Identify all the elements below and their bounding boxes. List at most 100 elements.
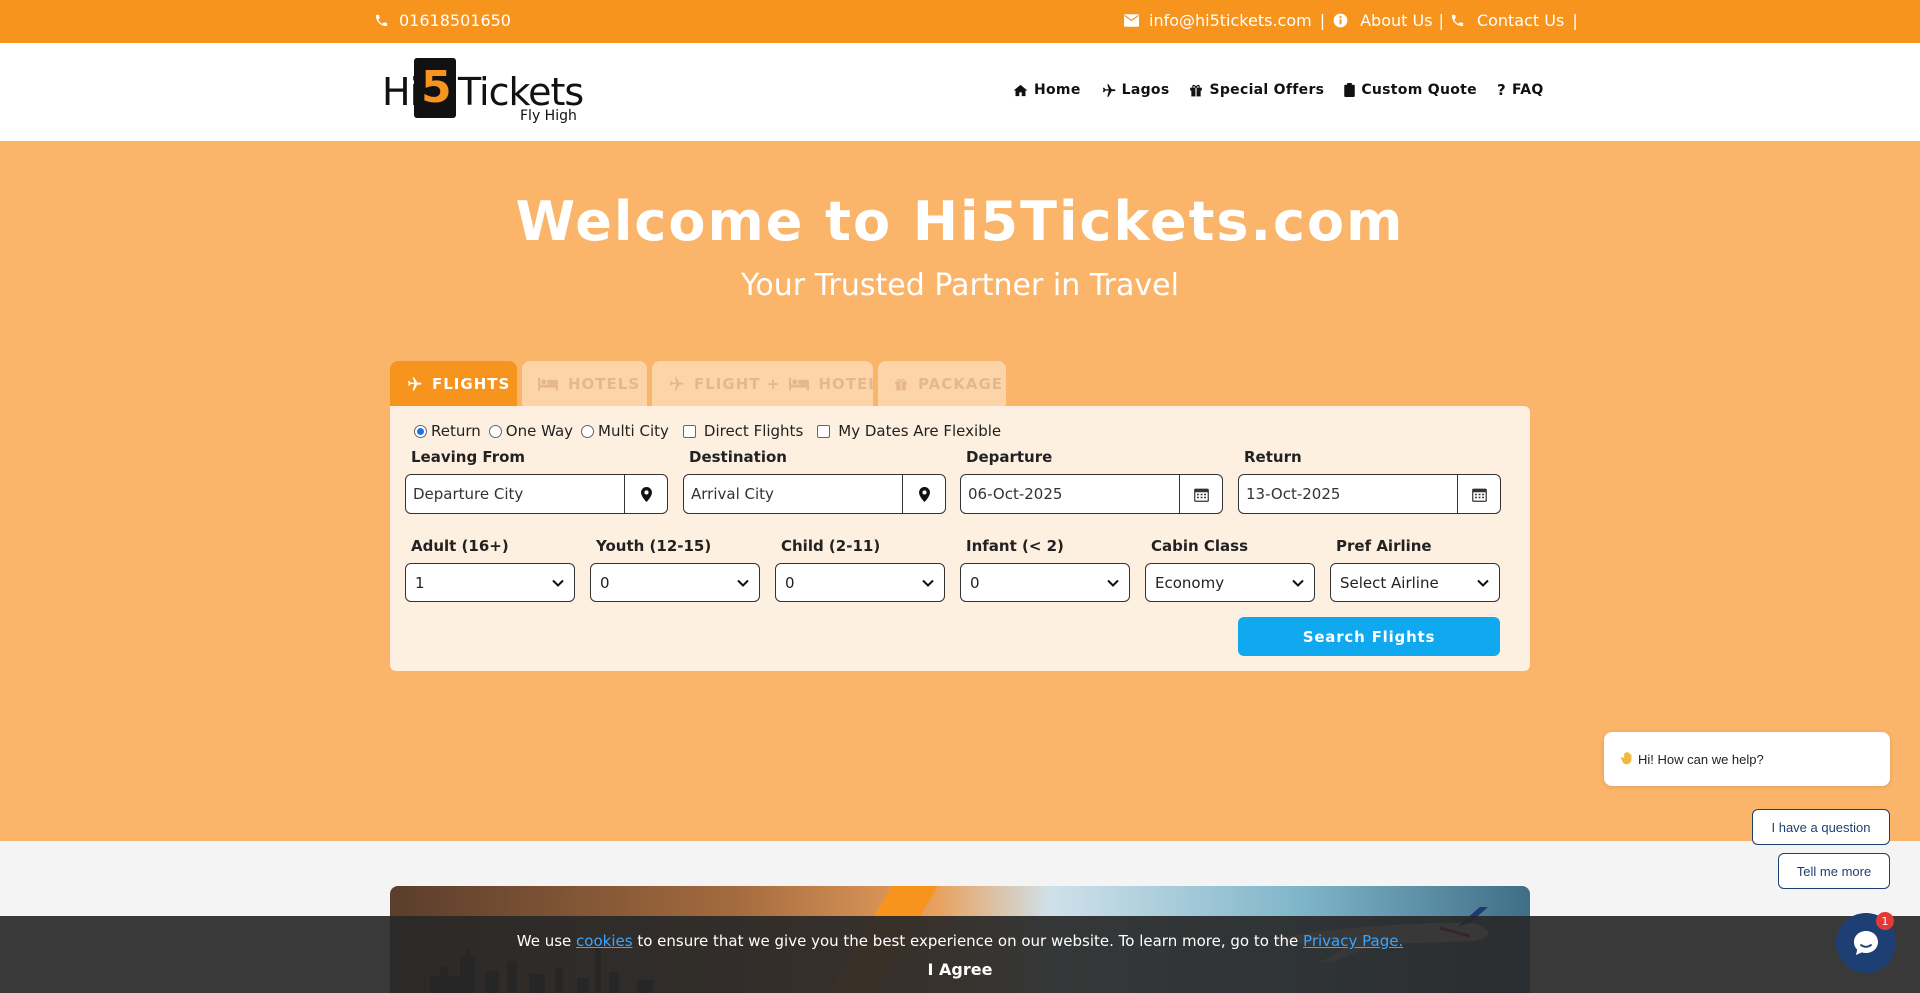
nav-lagos[interactable]: Lagos (1101, 81, 1170, 99)
envelope-icon (1124, 14, 1139, 27)
trip-options: Return One Way Multi City Direct Flights… (414, 422, 1009, 440)
top-contact-bar: 01618501650 info@hi5tickets.com | About … (0, 0, 1920, 43)
plane-icon (1101, 83, 1116, 98)
map-marker-icon[interactable] (624, 475, 667, 513)
cookies-link[interactable]: cookies (576, 932, 633, 950)
tab-hotels[interactable]: HOTELS (522, 361, 647, 406)
chevron-down-icon (1292, 579, 1304, 587)
option-label: My Dates Are Flexible (838, 422, 1002, 440)
bed-icon (788, 377, 809, 391)
about-us-link[interactable]: About Us (1360, 11, 1432, 30)
email-link[interactable]: info@hi5tickets.com (1149, 11, 1312, 30)
tab-label: PACKAGE (918, 374, 1004, 393)
calendar-icon[interactable] (1179, 475, 1222, 513)
select-value: 1 (415, 573, 425, 592)
return-date-input[interactable]: 13-Oct-2025 (1239, 475, 1457, 513)
logo-tagline: Fly High (520, 108, 577, 124)
contact-us-link[interactable]: Contact Us (1477, 11, 1564, 30)
chat-question-button[interactable]: I have a question (1752, 809, 1890, 845)
nav-label: Special Offers (1209, 82, 1325, 98)
flexible-dates-checkbox[interactable]: My Dates Are Flexible (817, 422, 1001, 440)
option-label: Return (431, 422, 481, 440)
nav-faq[interactable]: ? FAQ (1497, 81, 1544, 99)
waving-hand-icon (1620, 751, 1634, 768)
pref-airline-label: Pref Airline (1336, 537, 1432, 555)
tab-label: HOTELS (568, 374, 641, 393)
search-flights-button[interactable]: Search Flights (1238, 617, 1500, 656)
departure-date-input[interactable]: 06-Oct-2025 (961, 475, 1179, 513)
calendar-icon[interactable] (1457, 475, 1500, 513)
radio-control[interactable] (488, 424, 502, 438)
option-label: Direct Flights (703, 422, 804, 440)
topbar-phone[interactable]: 01618501650 (374, 11, 511, 30)
chevron-down-icon (922, 579, 934, 587)
multi-city-radio[interactable]: Multi City (581, 422, 669, 440)
gift-icon (1189, 83, 1203, 97)
radio-control[interactable] (414, 424, 427, 438)
destination-field[interactable]: Arrival City (683, 474, 946, 514)
chat-greeting-text: Hi! How can we help? (1638, 751, 1764, 767)
cookie-consent-bar: We use cookies to ensure that we give yo… (0, 916, 1920, 993)
separator: | (1572, 11, 1578, 30)
flight-search-form: Return One Way Multi City Direct Flights… (390, 406, 1530, 671)
nav-label: FAQ (1511, 82, 1544, 98)
departure-date-field[interactable]: 06-Oct-2025 (960, 474, 1223, 514)
chevron-down-icon (737, 579, 749, 587)
agree-button[interactable]: I Agree (0, 960, 1920, 979)
one-way-radio[interactable]: One Way (488, 422, 574, 440)
option-label: One Way (505, 422, 574, 440)
site-logo[interactable]: Hi 5 Tickets Fly High (380, 56, 590, 126)
tab-label: FLIGHTS (432, 374, 511, 393)
nav-special-offers[interactable]: Special Offers (1189, 81, 1324, 99)
separator: | (1438, 11, 1444, 30)
child-label: Child (2-11) (781, 537, 881, 555)
checkbox-control[interactable] (817, 424, 831, 438)
main-nav: Home Lagos Special Offers Custom Quote ?… (1013, 81, 1544, 99)
youth-select[interactable]: 0 (590, 563, 760, 602)
cabin-class-select[interactable]: Economy (1145, 563, 1315, 602)
leaving-from-input[interactable]: Departure City (406, 475, 624, 513)
return-date-field[interactable]: 13-Oct-2025 (1238, 474, 1501, 514)
return-label: Return (1244, 448, 1302, 466)
tab-label: FLIGHT + (694, 374, 787, 393)
home-icon (1013, 84, 1028, 97)
infant-select[interactable]: 0 (960, 563, 1130, 602)
select-value: 0 (600, 573, 610, 592)
tab-flights[interactable]: FLIGHTS (390, 361, 517, 406)
nav-home[interactable]: Home (1013, 81, 1081, 99)
question-icon: ? (1496, 81, 1506, 99)
adult-select[interactable]: 1 (405, 563, 575, 602)
tab-package[interactable]: PACKAGE (878, 361, 1006, 406)
site-header: Hi 5 Tickets Fly High Home Lagos Special… (0, 43, 1920, 141)
tab-flight-hotels[interactable]: FLIGHT + HOTELS (652, 361, 890, 406)
chat-more-button[interactable]: Tell me more (1778, 853, 1890, 889)
checkbox-control[interactable] (682, 424, 696, 438)
chat-greeting-bubble[interactable]: Hi! How can we help? (1604, 732, 1890, 786)
phone-icon (1450, 13, 1465, 28)
info-icon (1333, 13, 1348, 28)
plane-icon (668, 376, 684, 392)
child-select[interactable]: 0 (775, 563, 945, 602)
cookie-message: We use cookies to ensure that we give yo… (0, 932, 1920, 950)
phone-icon (374, 13, 389, 28)
nav-custom-quote[interactable]: Custom Quote (1344, 81, 1477, 99)
map-marker-icon[interactable] (902, 475, 945, 513)
nav-label: Home (1034, 82, 1081, 98)
nav-label: Lagos (1121, 82, 1170, 98)
return-radio[interactable]: Return (414, 422, 481, 440)
chevron-down-icon (1107, 579, 1119, 587)
radio-control[interactable] (581, 424, 595, 438)
leaving-from-field[interactable]: Departure City (405, 474, 668, 514)
cookie-text: We use (516, 932, 577, 950)
chat-icon (1854, 931, 1878, 955)
hero-subtitle: Your Trusted Partner in Travel (741, 268, 1179, 303)
privacy-page-link[interactable]: Privacy Page. (1303, 932, 1403, 950)
destination-input[interactable]: Arrival City (684, 475, 902, 513)
chevron-down-icon (1477, 579, 1489, 587)
option-label: Multi City (598, 422, 669, 440)
select-value: 0 (970, 573, 980, 592)
pref-airline-select[interactable]: Select Airline (1330, 563, 1500, 602)
chat-unread-badge: 1 (1876, 912, 1894, 930)
direct-flights-checkbox[interactable]: Direct Flights (682, 422, 804, 440)
leaving-from-label: Leaving From (411, 448, 526, 466)
